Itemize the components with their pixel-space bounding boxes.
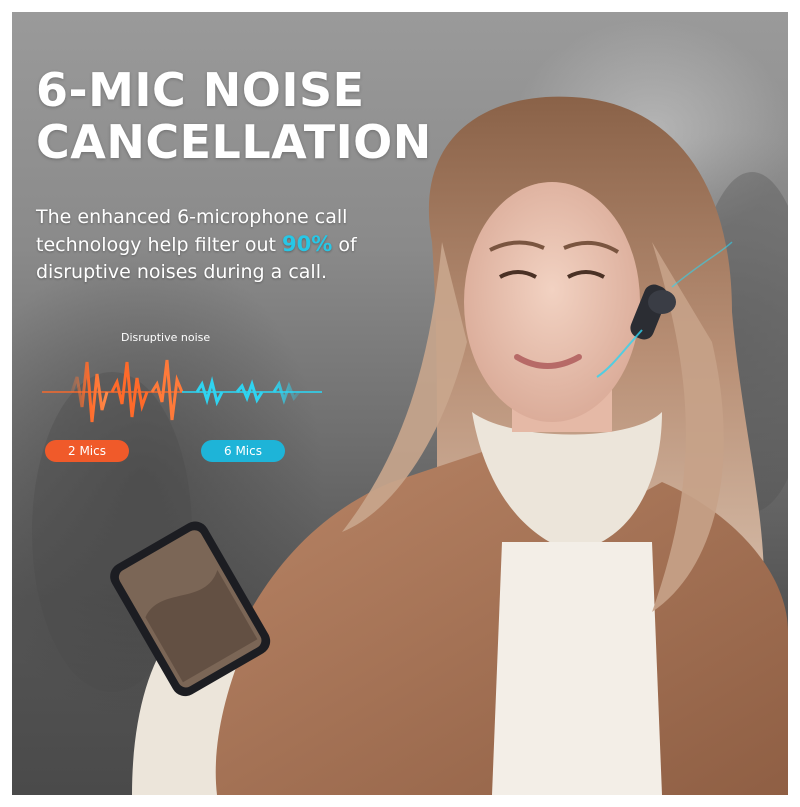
noise-waveform-6-mics: [182, 376, 322, 407]
two-mics-label: 2 Mics: [68, 444, 106, 458]
six-mics-badge: 6 Mics: [201, 440, 285, 462]
face: [464, 182, 640, 422]
headline-line-1: 6-MIC NOISE: [36, 63, 365, 117]
six-mics-label: 6 Mics: [224, 444, 262, 458]
two-mics-badge: 2 Mics: [45, 440, 129, 462]
disruptive-noise-label: Disruptive noise: [121, 331, 211, 344]
description-text: The enhanced 6-microphone call technolog…: [36, 204, 406, 286]
sweater: [492, 542, 662, 795]
product-image-frame: 6-MIC NOISE CANCELLATION The enhanced 6-…: [0, 0, 800, 807]
headline-line-2: CANCELLATION: [36, 115, 432, 169]
percentage-highlight: 90%: [282, 232, 333, 256]
headline: 6-MIC NOISE CANCELLATION: [36, 64, 432, 168]
